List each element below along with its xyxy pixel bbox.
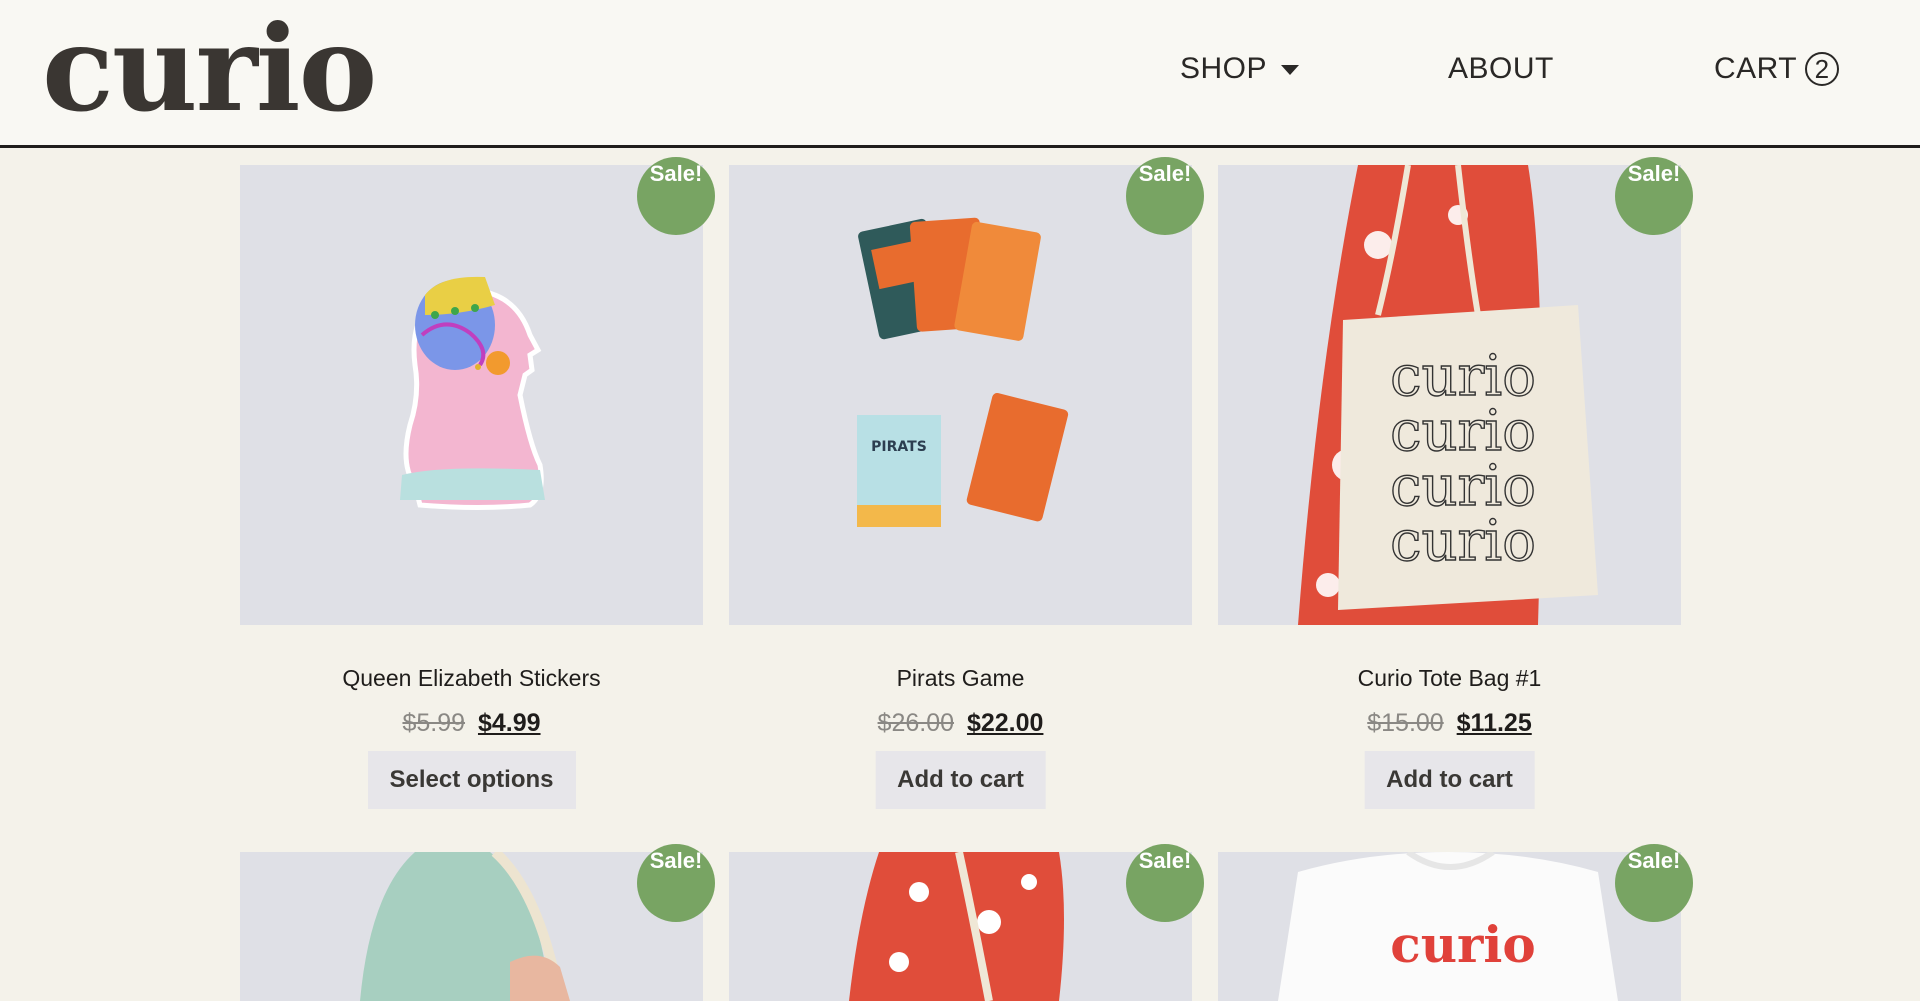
product-price: $15.00 $11.25 xyxy=(1218,709,1681,738)
nav-shop-label: SHOP xyxy=(1180,52,1268,85)
chevron-down-icon xyxy=(1281,65,1300,75)
add-to-cart-button[interactable]: Add to cart xyxy=(875,751,1046,809)
product-grid-row-2: Sale! Sale! curio Sale! xyxy=(240,844,1693,1001)
product-card: Sale! xyxy=(729,844,1204,1001)
product-image-curio-tote[interactable]: curio curio curio curio xyxy=(1218,165,1681,625)
sale-price: $22.00 xyxy=(966,709,1044,737)
product-title[interactable]: Queen Elizabeth Stickers xyxy=(240,665,703,692)
product-image-queen-stickers[interactable] xyxy=(240,165,703,625)
queen-sticker-illustration xyxy=(400,276,545,510)
sweatshirt-print: curio xyxy=(1390,915,1535,974)
sale-price: $11.25 xyxy=(1456,709,1532,737)
old-price: $5.99 xyxy=(402,709,466,737)
sale-badge: Sale! xyxy=(1615,844,1693,922)
sale-badge: Sale! xyxy=(637,844,715,922)
add-to-cart-button[interactable]: Add to cart xyxy=(1364,751,1535,809)
product-photo-red-dress xyxy=(849,852,1064,1001)
nav-cart-label: CART xyxy=(1714,52,1798,85)
tote-print-line: curio xyxy=(1390,509,1536,574)
cart-count-badge: 2 xyxy=(1805,52,1840,86)
product-title[interactable]: Pirats Game xyxy=(729,665,1192,692)
sale-badge: Sale! xyxy=(1615,157,1693,235)
sale-price: $4.99 xyxy=(477,709,541,737)
product-price: $5.99 $4.99 xyxy=(240,709,703,738)
product-photo-green-shirt xyxy=(360,852,570,1001)
product-image[interactable]: curio xyxy=(1218,852,1681,1001)
product-image[interactable] xyxy=(729,852,1192,1001)
nav-cart[interactable]: CART 2 xyxy=(1714,52,1840,86)
site-logo[interactable]: curio xyxy=(42,4,377,134)
pirats-box-label: PIRATS xyxy=(871,439,927,455)
pirats-game-illustration: PIRATS xyxy=(857,217,1069,527)
select-options-button[interactable]: Select options xyxy=(367,751,576,809)
product-grid-row-1: Sale! Queen Elizabeth Stickers $5.99 $4.… xyxy=(240,157,1693,825)
product-title[interactable]: Curio Tote Bag #1 xyxy=(1218,665,1681,692)
sale-badge: Sale! xyxy=(1126,844,1204,922)
old-price: $26.00 xyxy=(877,709,955,737)
product-card: Sale! xyxy=(240,844,715,1001)
site-header: curio SHOP ABOUT CART 2 xyxy=(0,0,1920,148)
sale-badge: Sale! xyxy=(1126,157,1204,235)
nav-shop[interactable]: SHOP xyxy=(1180,52,1300,86)
sale-badge: Sale! xyxy=(637,157,715,235)
product-image-pirats-game[interactable]: PIRATS xyxy=(729,165,1192,625)
nav-about[interactable]: ABOUT xyxy=(1448,52,1554,86)
product-card: curio Sale! xyxy=(1218,844,1693,1001)
old-price: $15.00 xyxy=(1367,709,1444,737)
tote-bag-photo: curio curio curio curio xyxy=(1298,165,1598,625)
product-photo-sweatshirt: curio xyxy=(1278,852,1618,1001)
product-price: $26.00 $22.00 xyxy=(729,709,1192,738)
product-image[interactable] xyxy=(240,852,703,1001)
nav-about-label: ABOUT xyxy=(1448,52,1554,85)
